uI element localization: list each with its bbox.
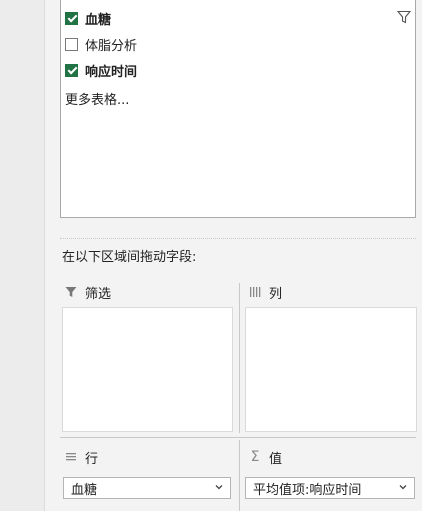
filters-area-header: 筛选	[64, 281, 111, 303]
field-list: 血糖 体脂分析 响应时间 更多表格...	[60, 0, 416, 218]
left-gutter	[0, 0, 45, 511]
area-separator	[239, 440, 240, 511]
rows-icon	[64, 450, 78, 464]
values-field-label: 平均值项:响应时间	[253, 482, 362, 498]
columns-area-label: 列	[269, 286, 283, 302]
checkbox-unchecked-icon[interactable]	[65, 37, 78, 51]
rows-area-header: 行	[64, 446, 98, 468]
columns-area-header: 列	[248, 281, 282, 303]
field-label: 响应时间	[85, 64, 138, 80]
values-field-pill[interactable]: 平均值项:响应时间	[245, 477, 415, 499]
chevron-down-icon[interactable]	[214, 482, 224, 492]
filter-icon	[64, 285, 78, 299]
filters-drop-zone[interactable]	[62, 307, 233, 432]
chevron-down-icon[interactable]	[398, 482, 408, 492]
drag-fields-caption: 在以下区域间拖动字段:	[62, 250, 197, 265]
field-label: 血糖	[85, 12, 112, 28]
rows-area-label: 行	[85, 451, 99, 467]
rows-field-label: 血糖	[71, 482, 98, 498]
area-separator	[60, 437, 416, 438]
values-area-label: 值	[269, 451, 283, 467]
pivot-field-panel: 血糖 体脂分析 响应时间 更多表格... 在以下区域间拖动字段: 筛选 列 行 …	[45, 0, 422, 511]
filters-area-label: 筛选	[85, 286, 112, 302]
field-item-blood-sugar[interactable]: 血糖	[65, 7, 111, 29]
values-area-header: Σ 值	[248, 446, 282, 468]
section-divider	[60, 238, 416, 239]
checkbox-checked-icon[interactable]	[65, 63, 78, 77]
more-tables-link[interactable]: 更多表格...	[65, 89, 129, 108]
field-item-response-time[interactable]: 响应时间	[65, 59, 137, 81]
rows-field-pill[interactable]: 血糖	[63, 477, 231, 499]
filter-icon[interactable]	[397, 10, 411, 24]
columns-icon	[248, 285, 262, 299]
sigma-icon: Σ	[250, 449, 260, 465]
checkbox-checked-icon[interactable]	[65, 11, 78, 25]
area-separator	[239, 283, 240, 433]
field-item-body-fat[interactable]: 体脂分析	[65, 33, 137, 55]
columns-drop-zone[interactable]	[245, 307, 417, 432]
field-label: 体脂分析	[85, 38, 138, 54]
